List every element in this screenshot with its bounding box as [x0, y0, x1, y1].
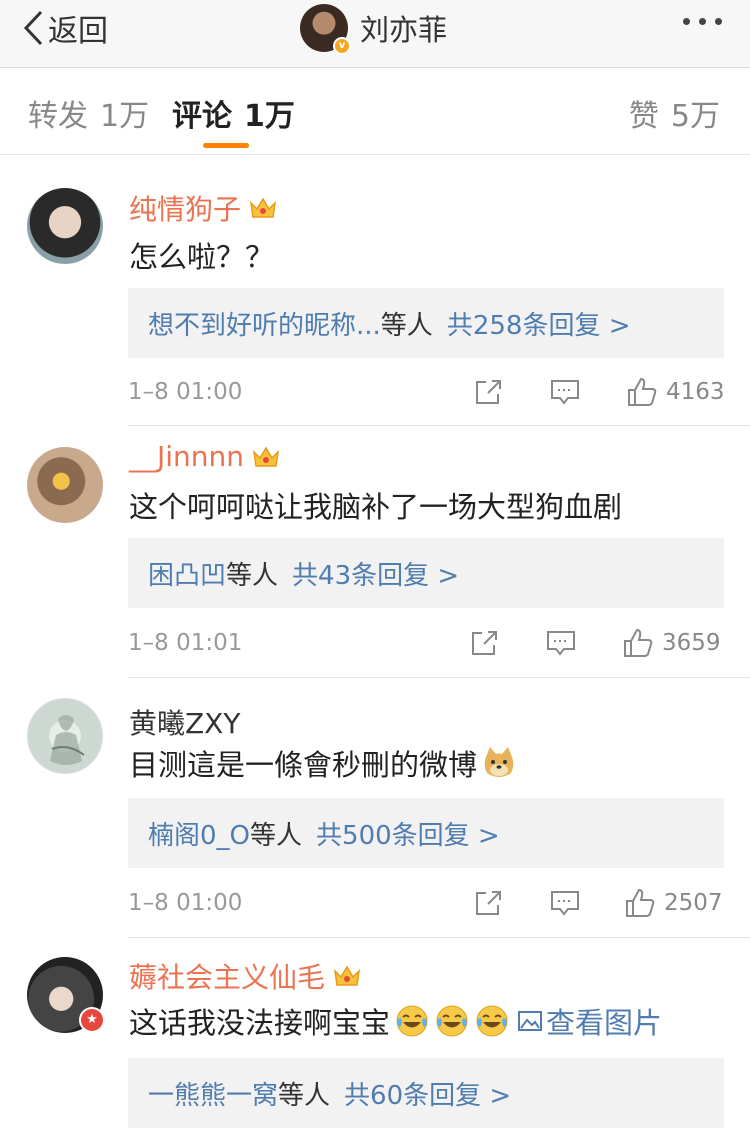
reply-users: 楠阁0_O — [148, 820, 251, 851]
comment-icon — [547, 631, 575, 656]
thumbs-up-icon — [628, 377, 657, 406]
tab-comments-count: 1万 — [244, 99, 295, 134]
laugh-cry-icon — [436, 1005, 468, 1037]
vip-crown-icon — [249, 197, 277, 218]
avatar[interactable]: v — [300, 4, 351, 55]
like-count: 2507 — [664, 890, 723, 916]
comment-time: 1–8 01:00 — [128, 890, 243, 916]
avatar[interactable] — [27, 188, 103, 264]
like-count: 4163 — [666, 379, 725, 405]
tab-comments-label: 评论 — [172, 99, 232, 134]
active-tab-indicator — [203, 143, 249, 148]
comment-meta: 1–8 01:01 3659 — [128, 623, 724, 663]
comment-text: 怎么啦？？ — [129, 240, 275, 274]
tab-reposts-label: 转发 — [28, 99, 88, 134]
comment-meta: 1–8 01:00 4163 — [128, 372, 725, 412]
reply-total: 共60条回复 > — [344, 1080, 512, 1111]
reply-suffix: 等人 — [278, 1080, 331, 1111]
nav-user[interactable]: v 刘亦菲 — [300, 4, 448, 55]
navigation-bar: 返回 v 刘亦菲 — [0, 0, 750, 68]
reply-users: 一熊熊一窝 — [148, 1080, 279, 1111]
like-button[interactable]: 3659 — [622, 627, 721, 659]
username-text: 纯情狗子 — [129, 193, 242, 226]
comment-button[interactable] — [550, 378, 580, 406]
share-icon — [476, 891, 501, 915]
more-dot-icon — [683, 18, 690, 25]
thumbs-up-icon — [624, 628, 653, 657]
laugh-cry-icon — [396, 1005, 428, 1037]
username-text: 黄曦ZXY — [129, 707, 241, 740]
share-icon — [476, 380, 501, 404]
comment-text: 这个呵呵哒让我脑补了一场大型狗血剧 — [129, 490, 623, 524]
like-button[interactable]: 2507 — [624, 887, 723, 919]
vip-crown-icon — [333, 965, 361, 986]
comment-button[interactable] — [546, 629, 576, 657]
reply-total: 共43条回复 > — [292, 560, 460, 591]
view-picture-label: 查看图片 — [546, 1006, 663, 1040]
comment-username[interactable]: __Jinnnn — [129, 440, 280, 473]
share-icon — [472, 631, 497, 655]
tab-likes[interactable]: 赞 5万 — [629, 91, 720, 135]
share-button[interactable] — [474, 378, 504, 406]
username-text: 薅社会主义仙毛 — [129, 961, 326, 994]
reply-suffix: 等人 — [380, 310, 433, 341]
comment-time: 1–8 01:00 — [128, 379, 243, 405]
comment-username[interactable]: 薅社会主义仙毛 — [129, 956, 361, 996]
comment-item: 黄曦ZXY 目测這是一條會秒刪的微博 楠阁0_O 等人 共500条回复 > 1–8 … — [0, 678, 750, 938]
reply-suffix: 等人 — [226, 560, 279, 591]
verified-badge-icon: v — [333, 37, 351, 55]
vip-crown-icon — [252, 446, 280, 467]
reply-users: 想不到好听的昵称... — [148, 310, 381, 341]
thumbs-up-icon — [626, 888, 655, 917]
chevron-left-icon — [23, 10, 43, 46]
tab-comments[interactable]: 评论 1万 — [172, 91, 295, 135]
comment-text: 目测這是一條會秒刪的微博 — [129, 742, 517, 784]
avatar[interactable] — [27, 447, 103, 523]
more-options-button[interactable] — [683, 18, 722, 25]
comment-text-body: 这话我没法接啊宝宝 — [129, 1006, 391, 1040]
comment-text-body: 目测這是一條會秒刪的微博 — [129, 748, 478, 782]
comment-meta: 1–8 01:00 2507 — [128, 883, 724, 923]
comment-icon — [551, 891, 579, 916]
avatar[interactable] — [27, 698, 103, 774]
reply-total: 共258条回复 > — [446, 310, 631, 341]
image-icon — [518, 1011, 543, 1031]
reply-suffix: 等人 — [250, 820, 303, 851]
member-badge-icon: ★ — [79, 1007, 105, 1033]
tab-bar: 转发 1万 评论 1万 赞 5万 — [0, 69, 750, 155]
comment-item: __Jinnnn 这个呵呵哒让我脑补了一场大型狗血剧 困凸凹 等人 共43条回复 >… — [0, 426, 750, 678]
more-dot-icon — [715, 18, 722, 25]
figure-illustration — [50, 715, 85, 765]
comment-button[interactable] — [550, 889, 580, 917]
comment-text: 这话我没法接啊宝宝 查看图片 — [129, 1000, 662, 1042]
comment-time: 1–8 01:01 — [128, 630, 243, 656]
comment-item: ★ 薅社会主义仙毛 这话我没法接啊宝宝 查看图片 一熊熊一窝 等人 共60条回复 > — [0, 938, 750, 1147]
view-picture-link[interactable]: 查看图片 — [518, 1000, 662, 1042]
like-button[interactable]: 4163 — [626, 376, 725, 408]
replies-preview-button[interactable]: 困凸凹 等人 共43条回复 > — [128, 538, 724, 608]
username-text: __Jinnnn — [129, 440, 245, 473]
doge-icon — [484, 747, 514, 777]
more-dot-icon — [699, 18, 706, 25]
share-button[interactable] — [470, 629, 500, 657]
back-label: 返回 — [48, 14, 108, 49]
replies-preview-button[interactable]: 楠阁0_O 等人 共500条回复 > — [128, 798, 724, 868]
page-title: 刘亦菲 — [360, 13, 448, 47]
reply-users: 困凸凹 — [148, 560, 227, 591]
tab-reposts[interactable]: 转发 1万 — [28, 91, 149, 135]
reply-total: 共500条回复 > — [316, 820, 500, 851]
comment-username[interactable]: 黄曦ZXY — [129, 702, 240, 742]
tab-likes-count: 5万 — [670, 99, 720, 134]
comment-icon — [551, 380, 579, 405]
comment-username[interactable]: 纯情狗子 — [129, 188, 277, 228]
laugh-cry-icon — [476, 1005, 508, 1037]
comment-item: 纯情狗子 怎么啦？？ 想不到好听的昵称... 等人 共258条回复 > 1–8 01… — [0, 156, 750, 426]
replies-preview-button[interactable]: 一熊熊一窝 等人 共60条回复 > — [128, 1058, 724, 1128]
replies-preview-button[interactable]: 想不到好听的昵称... 等人 共258条回复 > — [128, 288, 724, 358]
back-button[interactable]: 返回 — [22, 6, 108, 50]
tab-reposts-count: 1万 — [100, 99, 150, 134]
share-button[interactable] — [474, 889, 504, 917]
tab-likes-label: 赞 — [628, 99, 659, 134]
like-count: 3659 — [662, 630, 721, 656]
